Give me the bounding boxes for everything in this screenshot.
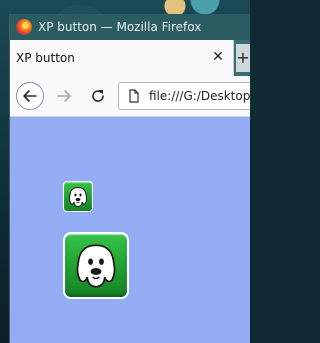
firefox-logo-icon <box>16 19 32 35</box>
browser-window: XP button — Mozilla Firefox XP button ✕ … <box>10 14 250 343</box>
page-icon <box>129 89 139 103</box>
forward-button[interactable] <box>50 82 78 110</box>
tab-bar: XP button ✕ + <box>10 40 250 76</box>
reload-icon <box>92 90 104 102</box>
window-title: XP button — Mozilla Firefox <box>38 20 202 34</box>
close-icon[interactable]: ✕ <box>211 50 225 64</box>
xp-button-large[interactable] <box>65 234 127 297</box>
desktop-background: XP button — Mozilla Firefox XP button ✕ … <box>0 0 250 343</box>
dog-face-icon <box>76 243 116 288</box>
back-button[interactable] <box>16 82 44 110</box>
xp-button-small[interactable] <box>64 182 92 211</box>
new-tab-button[interactable]: + <box>236 44 250 72</box>
plus-icon: + <box>236 48 250 67</box>
reload-button[interactable] <box>84 82 112 110</box>
back-arrow-icon <box>23 90 37 102</box>
tab-xp-button[interactable]: XP button ✕ <box>10 40 234 76</box>
navigation-toolbar: file:///G:/Desktop <box>10 76 250 117</box>
forward-arrow-icon <box>57 90 71 102</box>
page-content <box>10 117 250 343</box>
dog-face-icon <box>69 186 87 207</box>
title-bar[interactable]: XP button — Mozilla Firefox <box>10 14 250 40</box>
tab-label: XP button <box>16 51 75 65</box>
url-bar[interactable]: file:///G:/Desktop <box>118 82 250 110</box>
url-text: file:///G:/Desktop <box>149 89 250 103</box>
